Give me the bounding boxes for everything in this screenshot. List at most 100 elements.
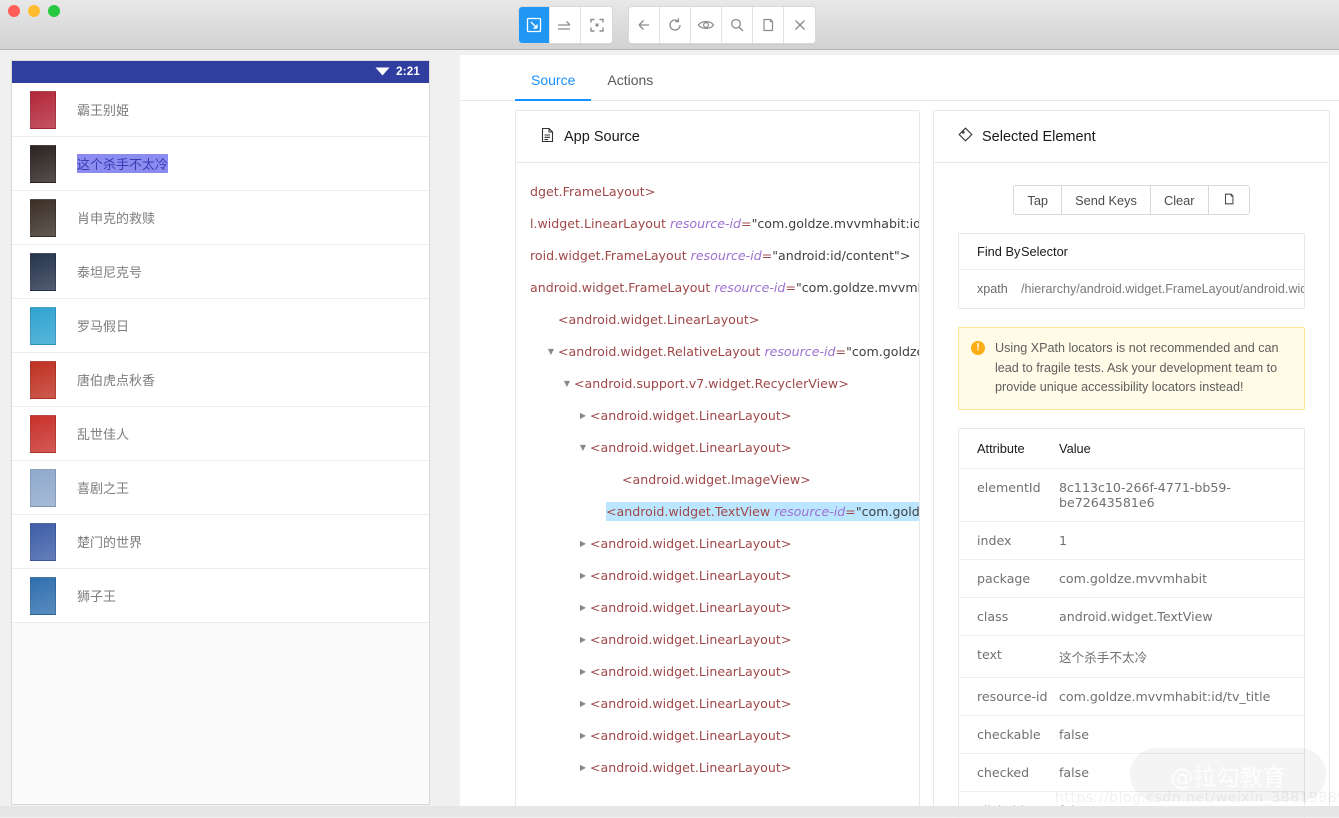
movie-title[interactable]: 这个杀手不太冷 xyxy=(77,154,169,173)
source-tree-node[interactable]: <android.widget.LinearLayout> xyxy=(516,431,919,463)
source-tree-node-selected[interactable]: <android.widget.TextView resource-id="co… xyxy=(516,495,919,527)
list-item[interactable]: 唐伯虎点秋香 xyxy=(12,353,429,407)
list-item[interactable]: 这个杀手不太冷 xyxy=(12,137,429,191)
list-item[interactable]: 喜剧之王 xyxy=(12,461,429,515)
list-item[interactable]: 罗马假日 xyxy=(12,299,429,353)
device-screen-preview[interactable]: 2:21 霸王别姫这个杀手不太冷 肖申克的救赎 泰坦尼克号罗马假日唐伯虎点秋香 乱世佳… xyxy=(11,60,430,805)
source-tree-node[interactable]: android.widget.FrameLayout resource-id="… xyxy=(516,271,919,303)
movie-title[interactable]: 罗马假日 xyxy=(77,316,129,335)
element-action-group: Tap Send Keys Clear xyxy=(1013,185,1250,215)
chevron-right-icon[interactable] xyxy=(576,667,590,676)
source-tree[interactable]: dget.FrameLayout> l.widget.LinearLayout r… xyxy=(516,163,919,808)
window-maximize-button[interactable] xyxy=(48,5,60,17)
movie-title[interactable]: 喜剧之王 xyxy=(77,478,129,497)
clear-button[interactable]: Clear xyxy=(1150,186,1209,214)
movie-poster-image xyxy=(30,522,56,561)
copy-attributes-button[interactable] xyxy=(1208,186,1249,214)
table-row: resource-id com.goldze.mvvmhabit:id/tv_ti… xyxy=(959,678,1304,716)
inspector-toolbar xyxy=(518,6,816,44)
chevron-right-icon[interactable] xyxy=(576,539,590,548)
source-tree-node[interactable]: <android.widget.LinearLayout> xyxy=(516,527,919,559)
attributes-header-value: Value xyxy=(1059,440,1091,456)
selected-element-header: Selected Element xyxy=(934,111,1329,163)
select-element-icon[interactable] xyxy=(519,7,550,43)
list-item[interactable]: 霸王别姫 xyxy=(12,83,429,137)
list-item[interactable]: 肖申克的救赎 xyxy=(12,191,429,245)
source-tree-node[interactable]: l.widget.LinearLayout resource-id="com.g… xyxy=(516,207,919,239)
source-tree-node[interactable]: <android.widget.LinearLayout> xyxy=(516,591,919,623)
movie-title[interactable]: 楚门的世界 xyxy=(77,532,142,551)
source-tree-node[interactable]: <android.widget.LinearLayout> xyxy=(516,687,919,719)
copy-icon xyxy=(1222,192,1236,209)
table-row: elementId 8c113c10-266f-4771-bb59-be72643… xyxy=(959,469,1304,522)
source-tree-node-text: <android.widget.LinearLayout> xyxy=(590,567,792,583)
source-tree-node[interactable]: <android.widget.RelativeLayout resource-… xyxy=(516,335,919,367)
android-status-bar: 2:21 xyxy=(12,61,429,83)
source-tree-node[interactable]: <android.widget.LinearLayout> xyxy=(516,751,919,783)
movie-poster-image xyxy=(30,576,56,615)
swipe-icon[interactable] xyxy=(550,7,581,43)
attribute-name: package xyxy=(977,570,1031,586)
source-tree-node[interactable]: dget.FrameLayout> xyxy=(516,175,919,207)
source-tree-node-text: <android.widget.ImageView> xyxy=(622,471,811,487)
movie-title[interactable]: 肖申克的救赎 xyxy=(77,208,155,227)
chevron-right-icon[interactable] xyxy=(576,571,590,580)
chevron-right-icon[interactable] xyxy=(576,731,590,740)
table-row[interactable]: xpath /hierarchy/android.widget.FrameLay… xyxy=(959,270,1304,308)
attribute-value: com.goldze.mvvmhabit xyxy=(1059,570,1208,586)
list-item[interactable]: 乱世佳人 xyxy=(12,407,429,461)
movie-title[interactable]: 狮子王 xyxy=(77,586,116,605)
source-tree-node-text: <android.widget.LinearLayout> xyxy=(590,727,792,743)
wifi-icon xyxy=(375,63,390,81)
movie-title[interactable]: 泰坦尼克号 xyxy=(77,262,142,281)
tab-actions[interactable]: Actions xyxy=(591,72,669,100)
movie-title[interactable]: 乱世佳人 xyxy=(77,424,129,443)
eye-icon[interactable] xyxy=(691,7,722,43)
movie-title[interactable]: 唐伯虎点秋香 xyxy=(77,370,155,389)
window-close-button[interactable] xyxy=(8,5,20,17)
source-tree-node[interactable]: <android.widget.ImageView> xyxy=(516,463,919,495)
movie-list[interactable]: 霸王别姫这个杀手不太冷 肖申克的救赎 泰坦尼克号罗马假日唐伯虎点秋香 乱世佳人喜剧之王… xyxy=(12,83,429,623)
chevron-right-icon[interactable] xyxy=(576,699,590,708)
list-item[interactable]: 狮子王 xyxy=(12,569,429,623)
tap-button[interactable]: Tap xyxy=(1014,186,1063,214)
tab-source[interactable]: Source xyxy=(515,72,592,101)
source-tree-node[interactable]: <android.widget.LinearLayout> xyxy=(516,623,919,655)
copy-icon[interactable] xyxy=(753,7,784,43)
status-bar-clock: 2:21 xyxy=(396,66,420,78)
file-source-icon xyxy=(540,127,555,147)
source-tree-node[interactable]: <android.support.v7.widget.RecyclerView> xyxy=(516,367,919,399)
warning-icon: ! xyxy=(971,341,985,355)
element-action-buttons: Tap Send Keys Clear xyxy=(934,185,1329,215)
refresh-icon[interactable] xyxy=(660,7,691,43)
movie-title[interactable]: 霸王别姫 xyxy=(77,100,129,119)
source-tree-node[interactable]: <android.widget.LinearLayout> xyxy=(516,303,919,335)
toolbar-action-group xyxy=(628,6,816,44)
app-source-card: App Source dget.FrameLayout> l.widget.Lin… xyxy=(515,110,920,810)
window-minimize-button[interactable] xyxy=(28,5,40,17)
chevron-down-icon[interactable] xyxy=(576,443,590,452)
tap-by-coordinates-icon[interactable] xyxy=(581,7,612,43)
list-empty-area xyxy=(12,623,429,783)
back-arrow-icon[interactable] xyxy=(629,7,660,43)
selector-value: /hierarchy/android.widget.FrameLayout/an… xyxy=(1021,282,1304,296)
chevron-right-icon[interactable] xyxy=(576,763,590,772)
chevron-down-icon[interactable] xyxy=(560,379,574,388)
chevron-down-icon[interactable] xyxy=(544,347,558,356)
source-tree-node[interactable]: <android.widget.LinearLayout> xyxy=(516,559,919,591)
movie-poster-image xyxy=(30,414,56,453)
close-icon[interactable] xyxy=(784,7,815,43)
source-tree-node[interactable]: <android.widget.LinearLayout> xyxy=(516,399,919,431)
source-tree-node[interactable]: <android.widget.LinearLayout> xyxy=(516,719,919,751)
source-tree-node[interactable]: roid.widget.FrameLayout resource-id="and… xyxy=(516,239,919,271)
chevron-right-icon[interactable] xyxy=(576,635,590,644)
source-tree-node[interactable]: <android.widget.LinearLayout> xyxy=(516,655,919,687)
chevron-right-icon[interactable] xyxy=(576,603,590,612)
send-keys-button[interactable]: Send Keys xyxy=(1062,186,1151,214)
search-icon[interactable] xyxy=(722,7,753,43)
list-item[interactable]: 楚门的世界 xyxy=(12,515,429,569)
attribute-name: checked xyxy=(977,764,1030,780)
list-item[interactable]: 泰坦尼克号 xyxy=(12,245,429,299)
chevron-right-icon[interactable] xyxy=(576,411,590,420)
table-row: index 1 xyxy=(959,522,1304,560)
